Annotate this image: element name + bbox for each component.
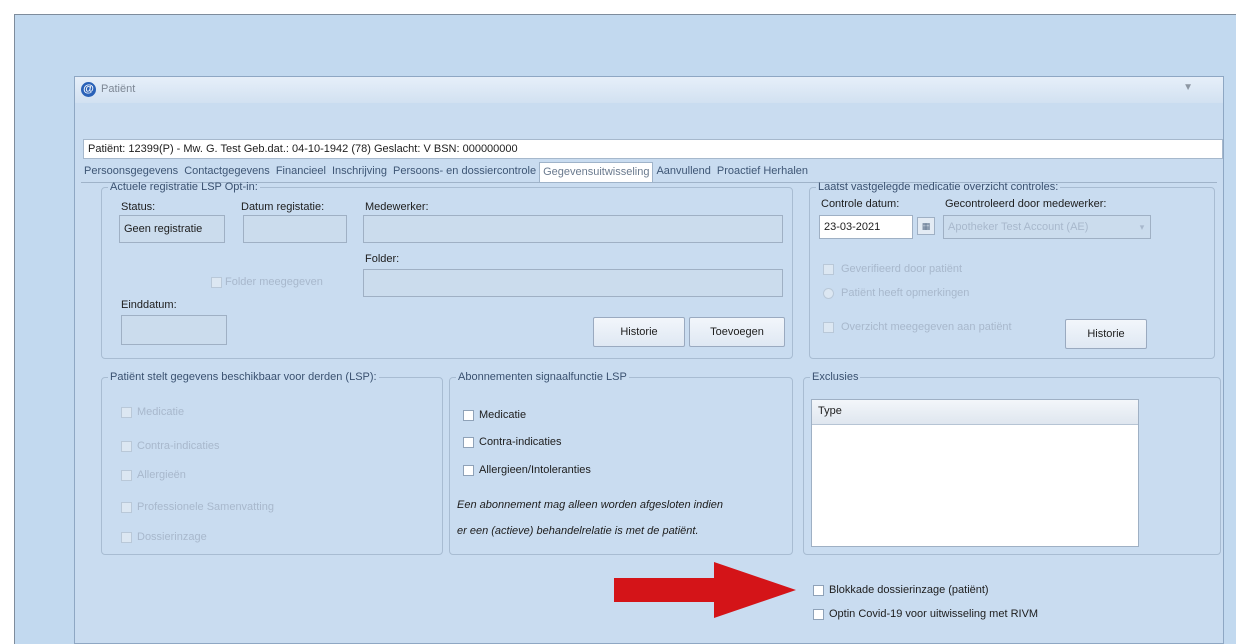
datum-registratie-label: Datum registatie: — [241, 201, 325, 213]
opmerkingen-radio — [823, 288, 834, 299]
derden-contra-indicaties-label: Contra-indicaties — [137, 440, 220, 452]
folder-meegegeven-label: Folder meegegeven — [225, 276, 323, 288]
tab-financieel[interactable]: Financieel — [273, 162, 329, 182]
derden-medicatie-label: Medicatie — [137, 406, 185, 418]
abo-contra-indicaties-checkbox[interactable] — [463, 437, 474, 448]
abonnementen-legend: Abonnementen signaalfunctie LSP — [458, 371, 627, 383]
medicatie-controle-legend: Laatst vastgelegde medicatie overzicht c… — [818, 181, 1059, 193]
geverifieerd-label: Geverifieerd door patiënt — [841, 263, 963, 275]
einddatum-label: Einddatum: — [121, 299, 177, 311]
exclusies-column-header[interactable]: Type — [812, 400, 1138, 425]
chevron-down-icon: ▾ — [1139, 222, 1145, 232]
abo-allergieen-checkbox[interactable] — [463, 465, 474, 476]
window-title: Patiënt — [101, 83, 136, 95]
tab-bar: Persoonsgegevens Contactgegevens Financi… — [81, 162, 811, 183]
geverifieerd-checkbox — [823, 264, 834, 275]
patient-window: @ Patiënt ▼ Patiënt: 12399(P) - Mw. G. T… — [74, 76, 1224, 644]
chevron-down-icon[interactable]: ▼ — [1183, 82, 1193, 93]
patient-info-bar: Patiënt: 12399(P) - Mw. G. Test Geb.dat.… — [83, 139, 1223, 159]
exclusies-legend: Exclusies — [812, 371, 859, 383]
arrow-shape — [614, 562, 796, 618]
derden-dossierinzage-label: Dossierinzage — [137, 531, 207, 543]
abo-allergieen-label: Allergieen/Intoleranties — [479, 464, 591, 476]
derden-allergieen-label: Allergieën — [137, 469, 186, 481]
lsp-optin-legend: Actuele registratie LSP Opt-in: — [110, 181, 258, 193]
abo-medicatie-checkbox[interactable] — [463, 410, 474, 421]
exclusies-list[interactable]: Type — [811, 399, 1139, 547]
status-label: Status: — [121, 201, 156, 213]
derden-samenvatting-label: Professionele Samenvatting — [137, 501, 274, 513]
gecontroleerd-label: Gecontroleerd door medewerker: — [945, 198, 1107, 210]
calendar-icon[interactable]: ▦ — [917, 217, 935, 235]
blokkade-dossierinzage-label: Blokkade dossierinzage (patiënt) — [829, 584, 989, 596]
derden-dossierinzage-checkbox — [121, 532, 132, 543]
medewerker-label: Medewerker: — [365, 201, 429, 213]
controle-datum-field[interactable]: 23-03-2021 — [819, 215, 913, 239]
controle-datum-label: Controle datum: — [821, 198, 900, 210]
folder-field — [363, 269, 783, 297]
opmerkingen-label: Patiënt heeft opmerkingen — [841, 287, 970, 299]
app-logo-icon: @ — [81, 82, 96, 97]
historie-button[interactable]: Historie — [593, 317, 685, 347]
tab-aanvullend[interactable]: Aanvullend — [653, 162, 713, 182]
optin-covid-checkbox[interactable] — [813, 609, 824, 620]
abonnement-note-line1: Een abonnement mag alleen worden afgeslo… — [457, 499, 724, 511]
derden-group: Patiënt stelt gegevens beschikbaar voor … — [101, 371, 443, 555]
datum-registratie-field — [243, 215, 347, 243]
tab-persoonsgegevens[interactable]: Persoonsgegevens — [81, 162, 181, 182]
derden-contra-indicaties-checkbox — [121, 441, 132, 452]
tab-contactgegevens[interactable]: Contactgegevens — [181, 162, 273, 182]
abo-contra-indicaties-label: Contra-indicaties — [479, 436, 562, 448]
controle-historie-button[interactable]: Historie — [1065, 319, 1147, 349]
overzicht-meegegeven-label: Overzicht meegegeven aan patiënt — [841, 321, 1012, 333]
derden-allergieen-checkbox — [121, 470, 132, 481]
tab-gegevensuitwisseling[interactable]: Gegevensuitwisseling — [539, 162, 654, 183]
abonnement-note-line2: er een (actieve) behandelrelatie is met … — [457, 525, 699, 537]
optin-covid-label: Optin Covid-19 voor uitwisseling met RIV… — [829, 608, 1039, 620]
window-titlebar: @ Patiënt ▼ — [75, 77, 1223, 103]
tab-proactief-herhalen[interactable]: Proactief Herhalen — [714, 162, 811, 182]
red-arrow-icon — [614, 562, 796, 618]
medewerker-field — [363, 215, 783, 243]
blokkade-dossierinzage-checkbox[interactable] — [813, 585, 824, 596]
derden-samenvatting-checkbox — [121, 502, 132, 513]
derden-legend: Patiënt stelt gegevens beschikbaar voor … — [110, 371, 377, 383]
folder-meegegeven-checkbox — [211, 277, 222, 288]
einddatum-field — [121, 315, 227, 345]
status-field: Geen registratie — [119, 215, 225, 243]
abo-medicatie-label: Medicatie — [479, 409, 527, 421]
toevoegen-button[interactable]: Toevoegen — [689, 317, 785, 347]
tab-dossiercontrole[interactable]: Persoons- en dossiercontrole — [390, 162, 539, 182]
overzicht-meegegeven-checkbox — [823, 322, 834, 333]
folder-label: Folder: — [365, 253, 400, 265]
tab-inschrijving[interactable]: Inschrijving — [329, 162, 390, 182]
derden-medicatie-checkbox — [121, 407, 132, 418]
gecontroleerd-select: Apotheker Test Account (AE) — [943, 215, 1151, 239]
